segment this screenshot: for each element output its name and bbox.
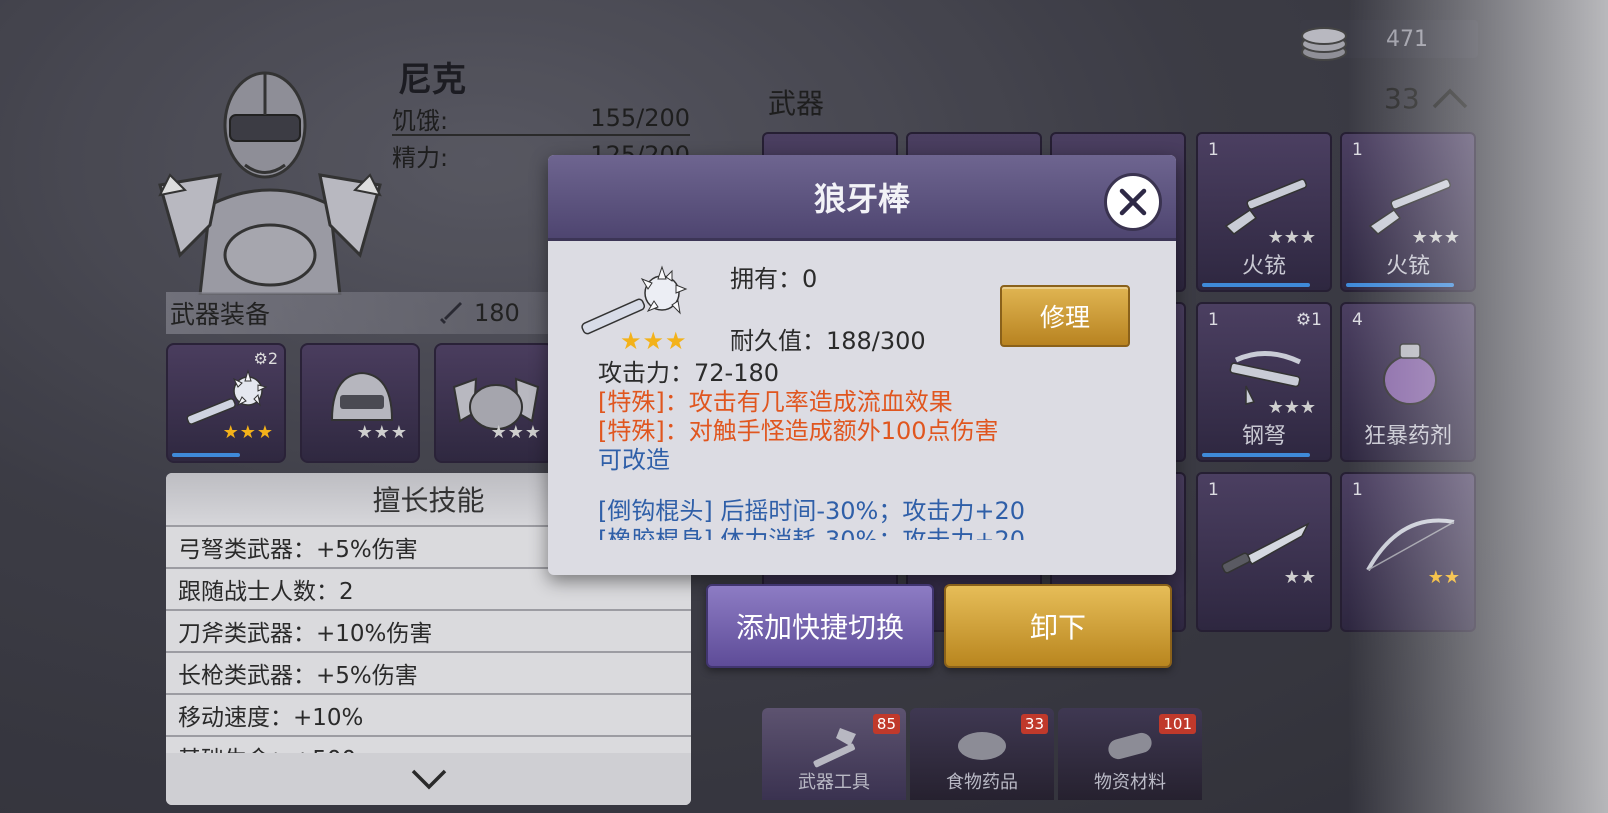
tab-label: 武器工具 [798,772,870,793]
item-quantity: 1 [1352,140,1363,160]
food-icon [958,732,1006,760]
hunger-stat: 饥饿: 155/200 [392,102,690,136]
equip-slot-weapon[interactable]: ⚙2 ★★★ [166,343,286,463]
repair-button[interactable]: 修理 [1000,285,1130,347]
tab-label: 物资材料 [1094,772,1166,793]
item-name: 火铳 [1385,254,1430,279]
item-description: 攻击力：72-180 [特殊]：攻击有几率造成流血效果 [特殊]：对触手怪造成额… [598,359,1158,540]
inventory-slot-potion[interactable]: 4 狂暴药剂 [1340,302,1476,462]
inventory-slot-knife[interactable]: 1 ★★ [1196,472,1332,632]
sword-icon [440,302,462,324]
slot-stars: ★★★ [356,422,408,443]
log-icon [1108,732,1152,760]
durability-text: 耐久值：188/300 [730,327,926,355]
energy-label: 精力: [392,143,449,172]
item-detail-dialog: 狼牙棒 ★★★ 拥有：0 耐久值：188/300 修理 攻击力：72-180 [… [548,155,1176,575]
item-quantity: 1 [1352,480,1363,500]
attack-power-display: 180 [438,299,520,327]
tab-weapons-tools[interactable]: 85 武器工具 [762,708,906,800]
inventory-count-toggle[interactable]: 33 [1384,82,1470,115]
slot-stars: ★★★ [222,422,274,443]
attack-stat: 攻击力：72-180 [598,359,780,387]
tab-materials[interactable]: 101 物资材料 [1058,708,1202,800]
item-stars: ★★ [1427,567,1460,588]
close-icon [1119,188,1147,216]
item-stars: ★★★ [1411,227,1460,248]
currency-amount: 471 [1386,26,1428,52]
skill-row: 长枪类武器：+5%伤害 [166,651,691,693]
potion-icon [1383,343,1437,405]
slot-stars: ★★★ [490,422,542,443]
axe-tool-icon [813,728,856,768]
character-portrait [150,55,390,297]
hunger-label: 饥饿: [392,106,449,135]
inventory-slot-musket[interactable]: 1 ★★★ 火铳 [1340,132,1476,292]
special-effect: [特殊]：对触手怪造成额外100点伤害 [598,417,999,445]
chevron-up-icon [1432,88,1467,108]
tab-label: 食物药品 [946,772,1018,793]
item-quantity: 1 [1208,140,1219,160]
unequip-button[interactable]: 卸下 [944,584,1172,668]
modifiable-label: 可改造 [598,446,670,474]
item-rarity-stars: ★★★ [620,327,688,355]
durability-bar [1202,453,1310,457]
equip-slot-armor[interactable]: ★★★ [434,343,554,463]
dialog-header: 狼牙棒 [548,155,1176,241]
hunger-value: 155/200 [590,104,690,132]
owned-count: 拥有：0 [730,265,818,293]
tab-food-medicine[interactable]: 33 食物药品 [910,708,1054,800]
item-stars: ★★ [1283,567,1316,588]
item-stars: ★★★ [1267,227,1316,248]
durability-bar [172,453,240,457]
inventory-title: 武器 [768,87,825,120]
item-stars: ★★★ [1267,397,1316,418]
item-name: 火铳 [1241,254,1286,279]
dialog-title: 狼牙棒 [813,179,910,218]
skill-row: 刀斧类武器：+10%伤害 [166,609,691,651]
item-quantity: 4 [1352,310,1363,330]
category-tabs: 85 武器工具 33 食物药品 101 物资材料 [762,708,1202,800]
item-quantity: 1 [1208,480,1219,500]
special-effect: [特殊]：攻击有几率造成流血效果 [598,388,953,416]
tab-badge: 101 [1159,714,1196,734]
tab-badge: 33 [1020,714,1048,734]
durability-bar [1202,283,1310,287]
coin-stack-icon [1301,27,1347,61]
add-quick-switch-button[interactable]: 添加快捷切换 [706,584,934,668]
mod-option: [倒钩棍头] 后摇时间-30%；攻击力+20 [598,497,1026,525]
inventory-slot-bow[interactable]: 1 ★★ [1340,472,1476,632]
item-quantity: 1 [1208,310,1219,330]
inventory-slot-crossbow[interactable]: 1 ⚙1 ★★★ 钢弩 [1196,302,1332,462]
inventory-slot-musket[interactable]: 1 ★★★ 火铳 [1196,132,1332,292]
equipment-title: 武器装备 [170,300,271,329]
character-name: 尼克 [398,60,466,100]
durability-bar [1346,283,1454,287]
dialog-body: ★★★ 拥有：0 耐久值：188/300 修理 攻击力：72-180 [特殊]：… [548,241,1176,575]
inventory-count: 33 [1384,82,1420,115]
equip-slot-helmet[interactable]: ★★★ [300,343,420,463]
close-button[interactable] [1104,173,1162,231]
chevron-down-icon [411,769,446,790]
item-name: 狂暴药剂 [1363,424,1452,449]
mod-option: [橡胶棍身] 体力消耗-30%；攻击力+20 [598,526,1026,540]
item-name: 钢弩 [1241,424,1286,449]
skills-expand-button[interactable] [166,753,691,805]
item-level: ⚙1 [1295,310,1322,330]
tab-badge: 85 [872,714,900,734]
attack-power-value: 180 [474,299,520,327]
skill-row: 移动速度：+10% [166,693,691,735]
